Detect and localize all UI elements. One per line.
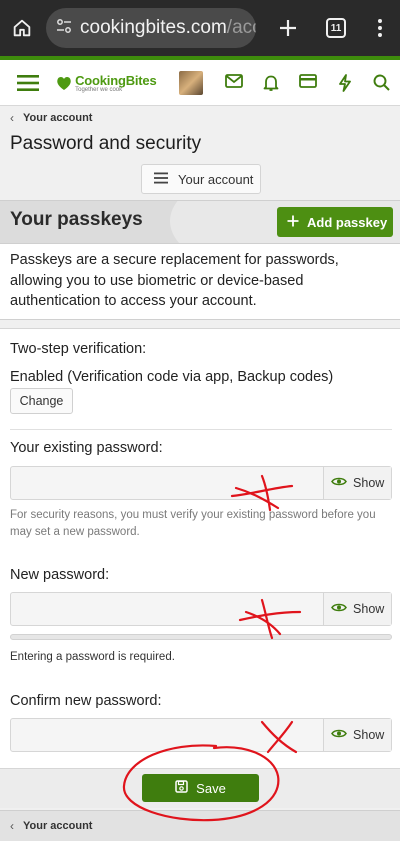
show-label: Show (353, 476, 385, 490)
change-two-step-button[interactable]: Change (10, 388, 73, 414)
page-title: Password and security (10, 133, 202, 154)
divider (10, 429, 392, 430)
url-bar[interactable]: cookingbites.com/acc (46, 8, 256, 48)
existing-password-field: Show (10, 466, 392, 500)
add-passkey-label: Add passkey (307, 214, 388, 230)
more-menu-icon[interactable] (360, 18, 400, 38)
existing-password-hint: For security reasons, you must verify yo… (10, 509, 376, 538)
password-form: Two-step verification: Enabled (Verifica… (0, 328, 400, 768)
show-label: Show (353, 728, 385, 742)
breadcrumb-label: Your account (23, 112, 93, 124)
passkeys-title: Your passkeys (10, 209, 143, 230)
lightning-icon[interactable] (326, 73, 363, 92)
tab-switcher-button[interactable]: 11 (312, 18, 360, 38)
credit-card-icon[interactable] (289, 73, 326, 92)
avatar[interactable] (179, 70, 203, 95)
new-tab-icon[interactable] (264, 18, 312, 38)
plus-icon (287, 215, 299, 230)
new-password-field: Show (10, 592, 392, 626)
site-logo[interactable]: CookingBites Together we cook (55, 73, 163, 93)
tab-count: 11 (326, 18, 346, 38)
password-strength-meter (10, 634, 392, 640)
eye-icon (331, 602, 347, 616)
form-actions: Save (0, 768, 400, 808)
show-label: Show (353, 602, 385, 616)
passkeys-header: Your passkeys Add passkey (0, 200, 400, 244)
logo-icon (57, 76, 71, 90)
site-settings-icon[interactable] (56, 18, 72, 39)
mail-icon[interactable] (215, 73, 252, 92)
eye-icon (331, 728, 347, 742)
confirm-password-field: Show (10, 718, 392, 752)
breadcrumb-label: Your account (23, 820, 93, 832)
password-required-message: Entering a password is required. (10, 651, 175, 663)
show-existing-password-button[interactable]: Show (323, 467, 391, 499)
two-step-status: Enabled (Verification code via app, Back… (10, 369, 334, 385)
your-account-button-label: Your account (178, 171, 254, 187)
confirm-password-label: Confirm new password: (10, 693, 162, 709)
two-step-label: Two-step verification: (10, 341, 147, 357)
your-account-button[interactable]: Your account (141, 164, 261, 194)
add-passkey-button[interactable]: Add passkey (277, 207, 393, 237)
save-disk-icon (175, 780, 188, 796)
browser-toolbar: cookingbites.com/acc 11 (0, 0, 400, 56)
search-icon[interactable] (363, 74, 400, 92)
site-header: CookingBites Together we cook (0, 56, 400, 106)
existing-password-label: Your existing password: (10, 440, 163, 456)
chevron-left-icon: ‹ (10, 111, 14, 125)
eye-icon (331, 476, 347, 490)
confirm-password-input[interactable] (11, 719, 323, 751)
breadcrumb-bottom[interactable]: ‹ Your account (0, 810, 400, 841)
show-new-password-button[interactable]: Show (323, 593, 391, 625)
save-button[interactable]: Save (142, 774, 259, 802)
url-text: cookingbites.com/acc (80, 17, 256, 38)
show-confirm-password-button[interactable]: Show (323, 719, 391, 751)
menu-lines-icon (154, 172, 168, 187)
logo-text: CookingBites (75, 72, 157, 88)
new-password-input[interactable] (11, 593, 323, 625)
breadcrumb[interactable]: ‹ Your account (0, 106, 400, 130)
passkeys-description: Passkeys are a secure replacement for pa… (0, 244, 400, 320)
save-button-label: Save (196, 780, 226, 796)
chevron-left-icon: ‹ (10, 819, 14, 833)
existing-password-input[interactable] (11, 467, 323, 499)
hamburger-menu-icon[interactable] (0, 74, 55, 92)
home-icon[interactable] (0, 17, 44, 39)
bell-icon[interactable] (252, 74, 289, 92)
new-password-label: New password: (10, 567, 110, 583)
